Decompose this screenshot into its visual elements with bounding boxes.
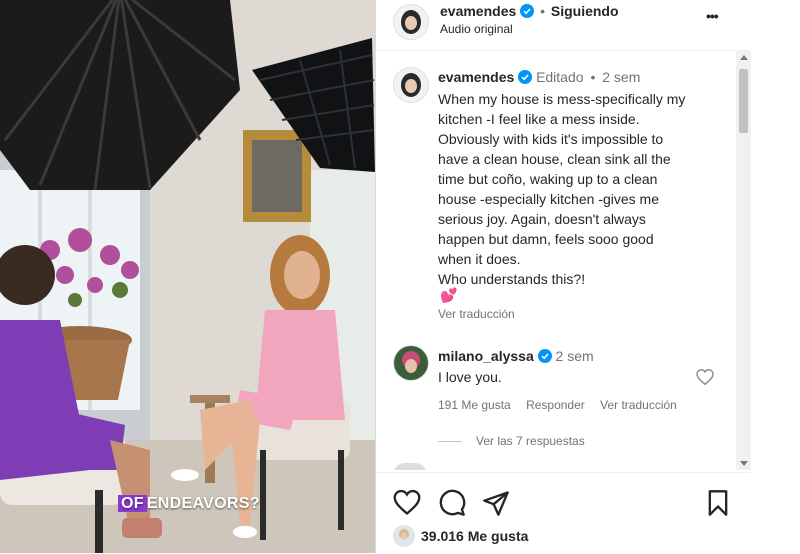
scrollbar-thumb[interactable] [739,69,748,133]
verified-badge-icon [537,349,552,363]
overlay-highlight: OF [118,495,147,512]
heart-icon[interactable] [393,489,421,517]
header-username[interactable]: evamendes [440,3,516,19]
likes-count[interactable]: 39.016 Me gusta [421,528,528,544]
post-header: evamendes • Siguiendo Audio original ••• [376,0,751,51]
post-panel: evamendes • Siguiendo Audio original •••… [375,0,751,553]
comment-likes-count[interactable]: 191 Me gusta [438,398,511,412]
caption-avatar[interactable] [393,67,429,103]
reply-button[interactable]: Responder [526,398,585,412]
heart-emoji: 💕 [440,287,458,303]
verified-badge-icon [518,70,533,84]
caption-text: When my house is mess-specifically my ki… [438,91,686,287]
caption-username[interactable]: evamendes [438,69,514,85]
follow-status-button[interactable]: Siguiendo [551,3,619,19]
commenter-avatar[interactable] [393,345,429,381]
likers-avatar[interactable] [393,525,415,547]
header-separator: • [540,3,545,19]
video-player[interactable]: OF ENDEAVORS? [0,0,375,553]
caption-time[interactable]: 2 sem [602,69,640,85]
video-caption-overlay: OF ENDEAVORS? [118,495,260,513]
next-comment-avatar-peek [393,463,427,470]
page-background [751,0,800,553]
verified-badge-icon [520,4,535,18]
edited-label: Editado [536,69,584,85]
caption-separator: • [590,69,596,85]
post-actions: 39.016 Me gusta [376,472,751,554]
comments-scrollbar[interactable] [736,51,751,470]
overlay-text: ENDEAVORS? [146,495,260,512]
view-replies-divider [438,441,462,442]
author-avatar[interactable] [393,4,429,40]
comment-translate-link[interactable]: Ver traducción [600,398,677,412]
comment-like-heart-icon[interactable] [696,369,714,385]
bookmark-icon[interactable] [704,489,732,517]
comment-time[interactable]: 2 sem [556,348,594,364]
scroll-up-arrow-icon[interactable] [740,55,748,60]
caption-translate-link[interactable]: Ver traducción [438,307,515,321]
share-icon[interactable] [482,489,510,517]
scroll-down-arrow-icon[interactable] [740,461,748,466]
video-frame [0,0,375,553]
view-replies-button[interactable]: Ver las 7 respuestas [476,434,585,448]
comments-area[interactable]: evamendes Editado • 2 sem When my house … [376,51,736,470]
more-options-icon[interactable]: ••• [706,8,719,24]
commenter-username[interactable]: milano_alyssa [438,348,534,364]
comment-text: I love you. [438,369,502,385]
audio-label[interactable]: Audio original [440,22,513,36]
comment-icon[interactable] [438,489,466,517]
